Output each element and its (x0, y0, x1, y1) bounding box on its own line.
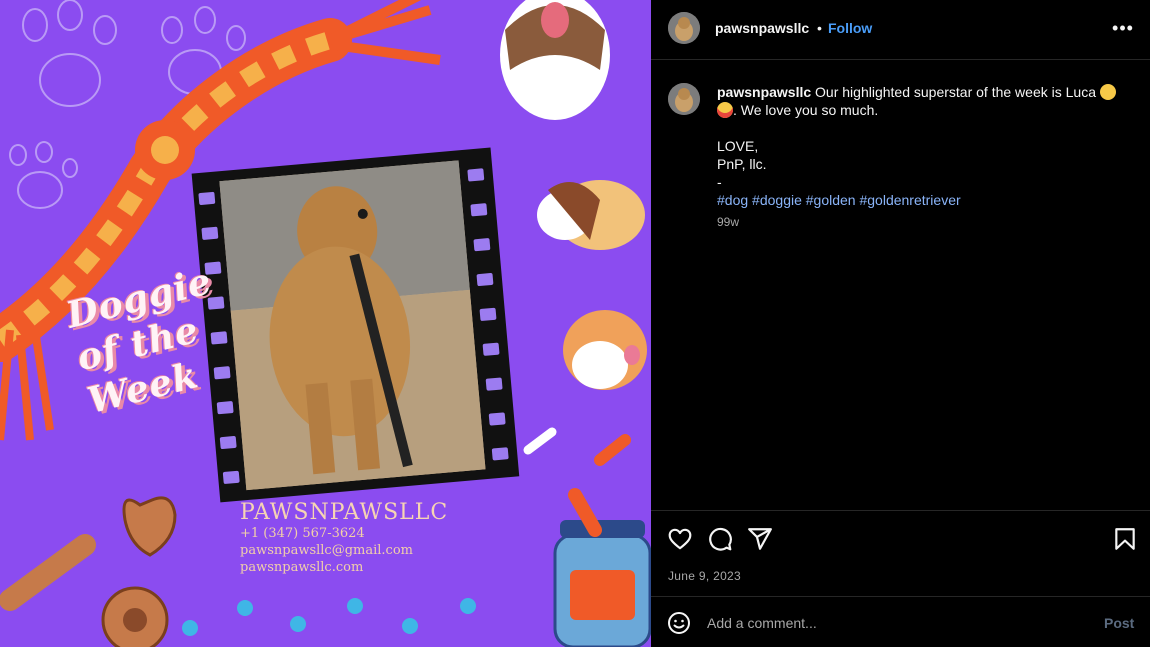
post-age[interactable]: 99w (717, 213, 1137, 231)
author-avatar[interactable] (668, 12, 700, 44)
post-caption: pawsnpawsllc Our highlighted superstar o… (717, 83, 1137, 231)
action-bar: June 9, 2023 (651, 510, 1150, 596)
caption-signature: PnP, llc. (717, 156, 767, 172)
film-strip-frame (191, 147, 520, 503)
post-date[interactable]: June 9, 2023 (668, 569, 741, 583)
header-separator: • (817, 20, 822, 36)
partying-face-emoji-icon (1099, 84, 1116, 100)
brand-website: pawsnpawsllc.com (240, 560, 364, 575)
brand-email: pawsnpawsllc@gmail.com (240, 543, 413, 558)
caption-dash: - (717, 174, 722, 190)
caption-text-2: . We love you so much. (733, 102, 879, 118)
caption-area: pawsnpawsllc Our highlighted superstar o… (651, 60, 1150, 510)
comment-bar: Post (651, 596, 1150, 647)
post-comment-button[interactable]: Post (1104, 615, 1134, 631)
hashtag-link[interactable]: #dog (717, 192, 748, 208)
follow-button[interactable]: Follow (828, 20, 872, 36)
post-side-panel: pawsnpawsllc • Follow ••• pawsnpawsllc O… (651, 0, 1150, 647)
heart-icon[interactable] (667, 526, 693, 552)
post-image[interactable]: Doggie of the Week PAWSNPAWSLLC +1 (347)… (0, 0, 651, 647)
caption-love: LOVE, (717, 138, 759, 154)
comment-input[interactable] (707, 611, 1087, 635)
brand-contact-block: PAWSNPAWSLLC +1 (347) 567-3624 pawsnpaws… (240, 500, 448, 576)
author-username[interactable]: pawsnpawsllc (715, 20, 809, 36)
hashtag-link[interactable]: #goldenretriever (859, 192, 960, 208)
heart-eyes-emoji-icon (717, 102, 733, 118)
caption-username[interactable]: pawsnpawsllc (717, 84, 811, 100)
bookmark-icon[interactable] (1112, 526, 1138, 552)
brand-name: PAWSNPAWSLLC (240, 500, 449, 525)
hashtag-link[interactable]: #golden (806, 192, 856, 208)
caption-text-1: Our highlighted superstar of the week is… (811, 84, 1100, 100)
caption-avatar[interactable] (668, 83, 700, 115)
hashtag-link[interactable]: #doggie (752, 192, 802, 208)
emoji-picker-icon[interactable] (667, 611, 691, 635)
more-options-icon[interactable]: ••• (1111, 18, 1135, 42)
brand-phone: +1 (347) 567-3624 (240, 526, 365, 541)
share-icon[interactable] (747, 526, 773, 552)
hashtag-list: #dog #doggie #golden #goldenretriever (717, 191, 1137, 209)
post-header: pawsnpawsllc • Follow ••• (651, 0, 1150, 60)
comment-icon[interactable] (707, 526, 733, 552)
